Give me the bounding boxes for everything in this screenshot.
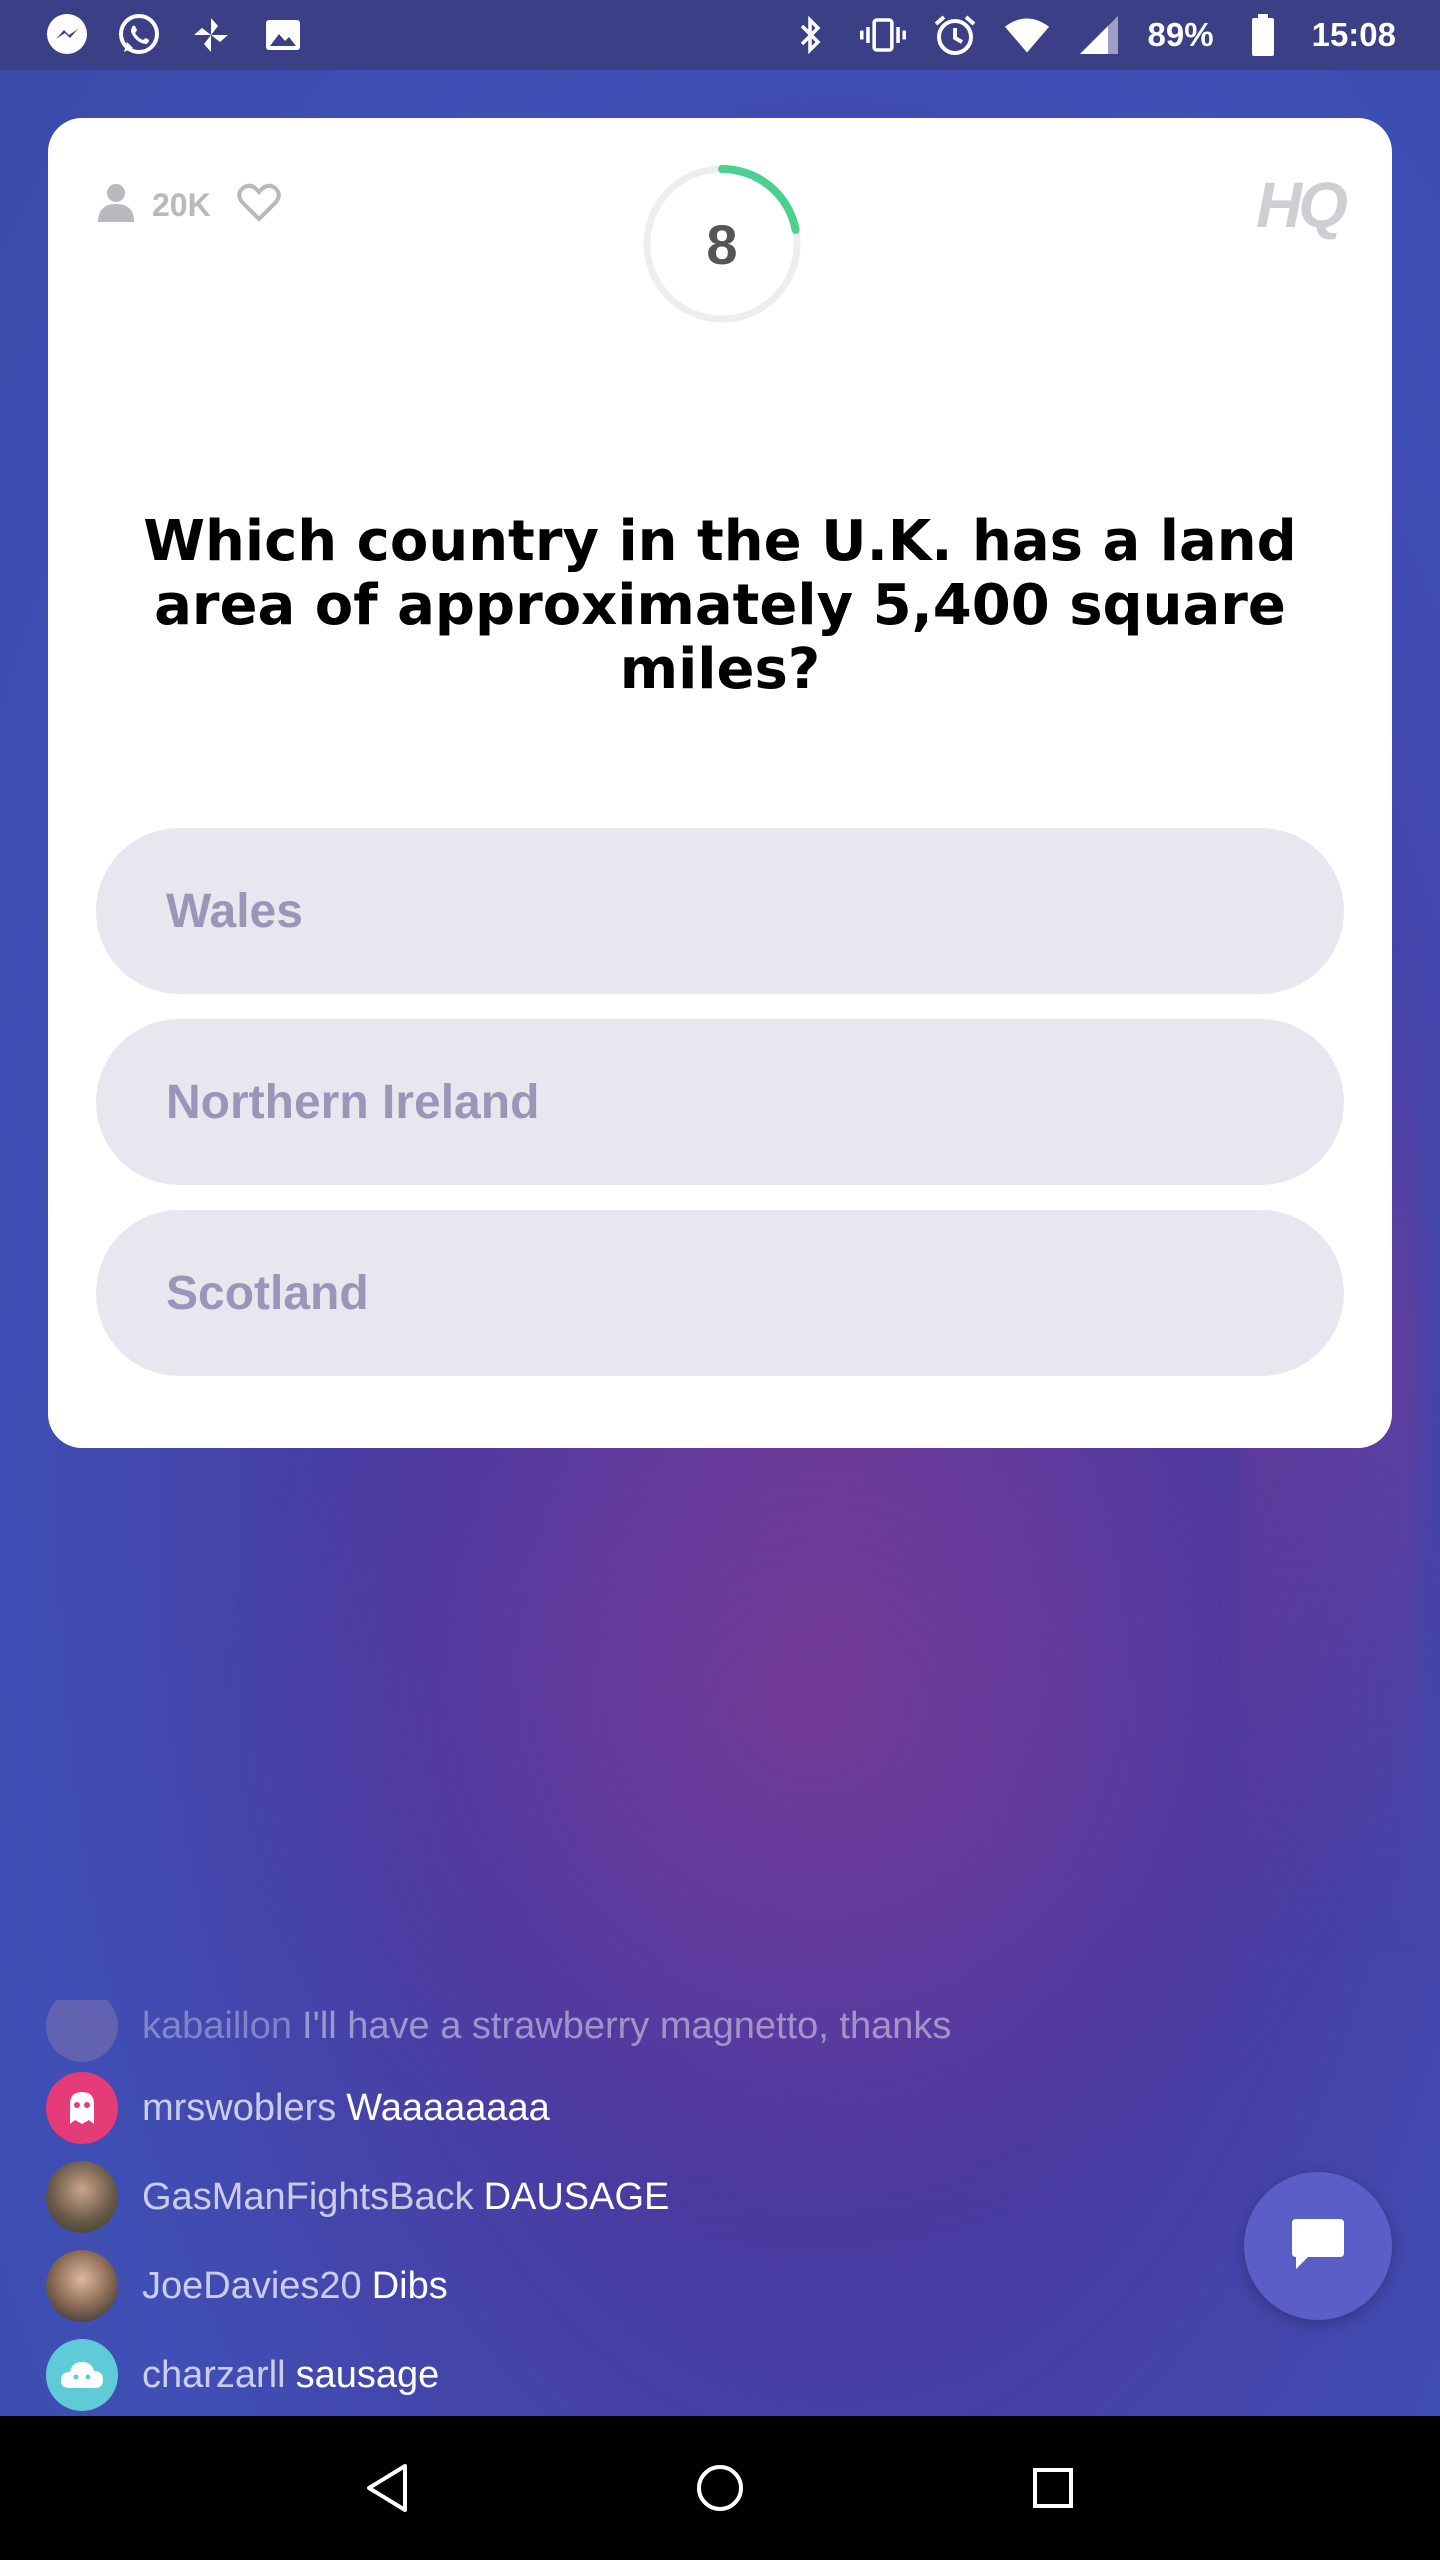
- battery-percent: 89%: [1147, 16, 1214, 53]
- person-icon: [96, 182, 136, 228]
- whatsapp-icon: [116, 12, 162, 58]
- bluetooth-icon: [788, 12, 834, 58]
- chat-text: sausage: [295, 2353, 440, 2396]
- chat-feed[interactable]: kabaillon I'll have a strawberry magnetto…: [46, 2000, 1196, 2420]
- vibrate-icon: [859, 12, 906, 58]
- question-card: 20K 8 HQ Which country in the U.K. has a…: [48, 118, 1392, 1448]
- messenger-icon: [44, 12, 90, 58]
- chat-bubble-icon: [1288, 2215, 1348, 2277]
- chat-message: mrswoblers Waaaaaaaa: [46, 2072, 550, 2144]
- answer-option-3[interactable]: Scotland: [96, 1210, 1344, 1376]
- recents-button[interactable]: [1013, 2448, 1093, 2528]
- pinwheel-icon: [188, 12, 234, 58]
- viewer-count: 20K: [152, 186, 211, 223]
- avatar: [46, 2250, 118, 2322]
- status-bar-notifications: [44, 12, 306, 58]
- chat-text: DAUSAGE: [483, 2175, 670, 2218]
- chat-text: Dibs: [371, 2264, 448, 2307]
- chat-username: GasManFightsBack: [142, 2175, 474, 2218]
- alarm-icon: [932, 12, 978, 58]
- heart-icon[interactable]: [236, 183, 281, 227]
- signal-icon: [1076, 12, 1122, 58]
- status-bar: 89% 15:08: [0, 0, 1440, 70]
- wifi-icon: [1004, 12, 1050, 58]
- home-button[interactable]: [680, 2448, 760, 2528]
- back-button[interactable]: [347, 2448, 427, 2528]
- chat-message: charzarll sausage: [46, 2339, 439, 2411]
- battery-icon: [1240, 12, 1286, 58]
- answer-option-2[interactable]: Northern Ireland: [96, 1019, 1344, 1185]
- clock: 15:08: [1311, 16, 1396, 53]
- answer-list: Wales Northern Ireland Scotland: [96, 828, 1344, 1401]
- question-text: Which country in the U.K. has a land are…: [143, 509, 1297, 702]
- chat-message: JoeDavies20 Dibs: [46, 2250, 448, 2322]
- chat-message: kabaillon I'll have a strawberry magnetto…: [46, 2000, 951, 2062]
- back-triangle-icon: [366, 2464, 407, 2512]
- status-bar-system: 89% 15:08: [788, 12, 1396, 58]
- chat-button[interactable]: [1244, 2172, 1392, 2320]
- countdown-timer: 8: [642, 164, 802, 324]
- chat-username: JoeDavies20: [142, 2264, 362, 2307]
- hq-logo: HQ: [1256, 169, 1348, 241]
- chat-username: mrswoblers: [142, 2086, 337, 2129]
- home-circle-icon: [696, 2465, 743, 2511]
- navigation-bar: [0, 2416, 1440, 2560]
- timer-seconds: 8: [706, 212, 738, 276]
- avatar: [46, 2161, 118, 2233]
- cloud-avatar: [46, 2339, 118, 2411]
- chat-message: GasManFightsBack DAUSAGE: [46, 2161, 669, 2233]
- viewer-counter: 20K: [96, 182, 281, 228]
- chat-text: I'll have a strawberry magnetto, thanks: [302, 2004, 952, 2047]
- chat-username: kabaillon: [142, 2004, 292, 2047]
- chat-username: charzarll: [142, 2353, 286, 2396]
- chat-text: Waaaaaaaa: [346, 2086, 550, 2129]
- gallery-icon: [260, 12, 306, 58]
- avatar: [46, 2000, 118, 2062]
- answer-option-1[interactable]: Wales: [96, 828, 1344, 994]
- ghost-avatar: [46, 2072, 118, 2144]
- recents-square-icon: [1033, 2468, 1074, 2508]
